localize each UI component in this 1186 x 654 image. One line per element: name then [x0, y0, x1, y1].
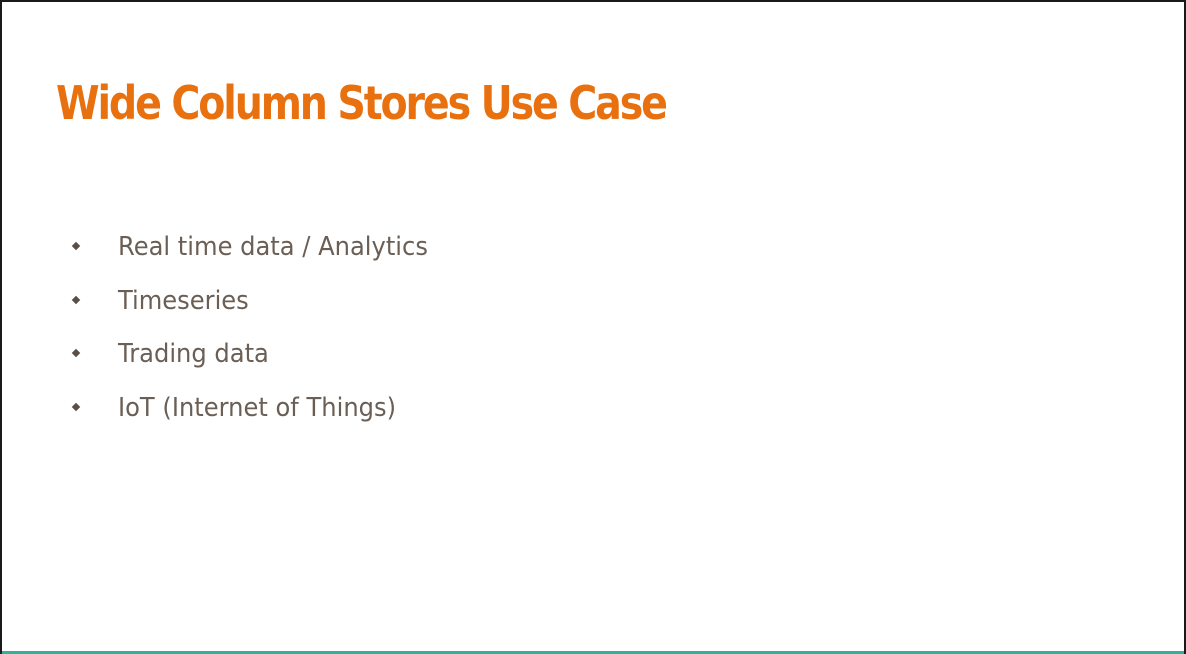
- diamond-bullet-icon: [71, 348, 81, 358]
- bullet-text: IoT (Internet of Things): [118, 392, 397, 423]
- slide-title: Wide Column Stores Use Case: [56, 76, 668, 130]
- diamond-bullet-icon: [71, 241, 81, 251]
- bullet-item: IoT (Internet of Things): [70, 389, 451, 443]
- diamond-bullet-icon: [71, 402, 81, 411]
- bullet-text: Timeseries: [118, 285, 249, 316]
- bullet-item: Real time data / Analytics: [70, 228, 451, 282]
- bullet-list: Real time data / Analytics Timeseries Tr…: [70, 228, 451, 442]
- diamond-bullet-icon: [71, 295, 81, 304]
- slide: Wide Column Stores Use Case Real time da…: [0, 0, 1186, 654]
- bullet-text: Trading data: [118, 339, 269, 369]
- bullet-text: Real time data / Analytics: [118, 232, 428, 262]
- bullet-item: Timeseries: [70, 282, 451, 336]
- bullet-item: Trading data: [70, 335, 451, 389]
